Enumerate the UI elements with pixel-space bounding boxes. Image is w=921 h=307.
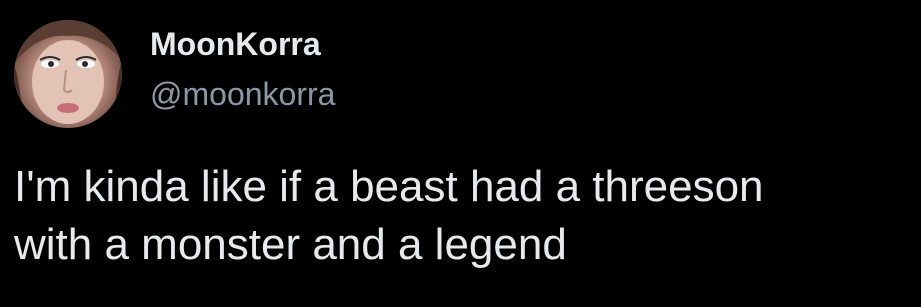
- tweet-card: MoonKorra @moonkorra I'm kinda like if a…: [0, 0, 921, 307]
- avatar[interactable]: [14, 20, 122, 128]
- tweet-text-line: I'm kinda like if a beast had a threeson: [14, 162, 764, 211]
- tweet-text: I'm kinda like if a beast had a threeson…: [14, 158, 921, 274]
- display-name[interactable]: MoonKorra: [150, 24, 335, 64]
- tweet-text-line: with a monster and a legend: [14, 220, 567, 269]
- user-handle[interactable]: @moonkorra: [150, 74, 335, 114]
- author-block: MoonKorra @moonkorra: [150, 24, 335, 114]
- avatar-face-icon: [14, 20, 122, 128]
